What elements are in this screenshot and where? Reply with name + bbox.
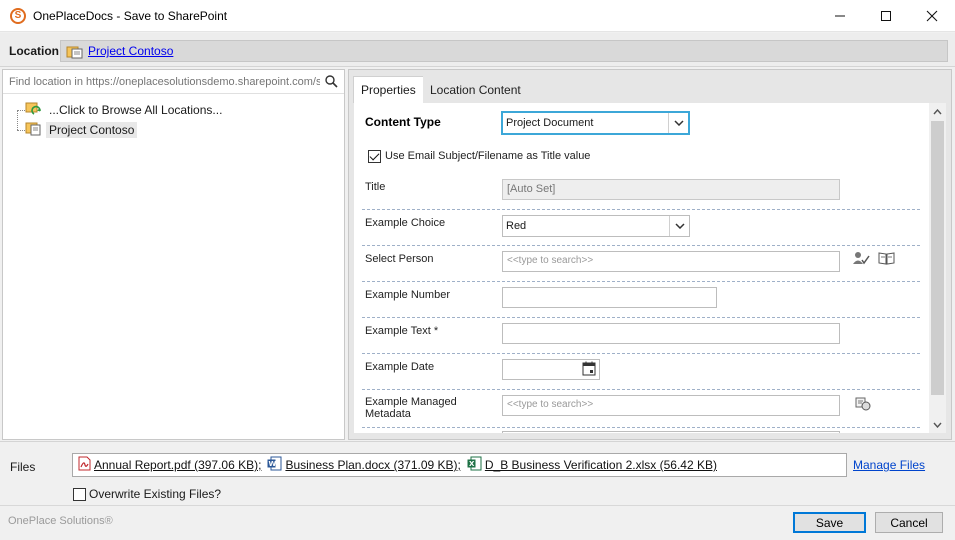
properties-form: Content Type Project Document Use Email … — [354, 103, 946, 433]
minimize-icon — [835, 15, 845, 17]
svg-text:W: W — [269, 460, 277, 468]
files-list: Annual Report.pdf (397.06 KB); W Busines… — [72, 453, 847, 477]
file-entry-pdf[interactable]: Annual Report.pdf (397.06 KB); — [78, 456, 261, 474]
files-label: Files — [10, 460, 36, 474]
address-book-icon[interactable] — [878, 251, 895, 268]
content-type-value: Project Document — [506, 117, 594, 129]
next-field-partial — [502, 431, 840, 433]
row-separator — [362, 245, 920, 246]
properties-panel: Properties Location Content Content Type… — [348, 69, 952, 440]
tab-location-content[interactable]: Location Content — [423, 76, 528, 103]
use-email-subject-label: Use Email Subject/Filename as Title valu… — [385, 150, 591, 162]
select-person-input[interactable]: <<type to search>> — [502, 251, 840, 272]
example-choice-select[interactable]: Red — [502, 215, 690, 237]
scrollbar-thumb[interactable] — [931, 121, 944, 395]
row-separator — [362, 209, 920, 210]
tab-properties[interactable]: Properties — [353, 76, 424, 103]
excel-icon: X — [467, 456, 482, 474]
maximize-button[interactable] — [863, 0, 909, 32]
browse-locations-icon — [25, 101, 42, 119]
site-folder-icon — [66, 44, 84, 62]
row-separator — [362, 389, 920, 390]
maximize-icon — [881, 11, 891, 21]
row-separator — [362, 317, 920, 318]
tree-connector — [17, 110, 18, 130]
select-person-label: Select Person — [365, 253, 434, 265]
location-link[interactable]: Project Contoso — [88, 44, 173, 58]
content-type-label: Content Type — [365, 115, 441, 129]
location-tree-panel: ...Click to Browse All Locations... Proj… — [2, 69, 345, 440]
file-name: D_B Business Verification 2.xlsx (56.42 … — [484, 458, 717, 472]
check-names-icon[interactable] — [853, 251, 870, 269]
title-label: Title — [365, 181, 386, 193]
row-separator — [362, 281, 920, 282]
svg-text:X: X — [469, 460, 475, 468]
brand-label: OnePlace Solutions® — [8, 515, 113, 527]
example-metadata-label-line2: Metadata — [365, 408, 411, 420]
chevron-down-icon — [669, 216, 689, 236]
manage-files-link[interactable]: Manage Files — [853, 458, 925, 472]
site-folder-icon — [25, 121, 42, 139]
scroll-down-icon[interactable] — [929, 416, 946, 433]
example-text-label: Example Text * — [365, 325, 439, 337]
location-label: Location — [9, 44, 59, 58]
close-icon — [926, 10, 938, 22]
example-choice-label: Example Choice — [365, 217, 446, 229]
location-bar: Location Project Contoso — [0, 33, 955, 67]
location-field[interactable]: Project Contoso — [60, 40, 948, 62]
minimize-button[interactable] — [817, 0, 863, 32]
tree-item-label: ...Click to Browse All Locations... — [49, 103, 223, 117]
form-scrollbar[interactable] — [929, 103, 946, 433]
oneplace-logo-icon: S — [10, 8, 26, 24]
row-separator — [362, 427, 920, 428]
file-entry-xlsx[interactable]: X D_B Business Verification 2.xlsx (56.4… — [467, 456, 717, 474]
chevron-down-icon — [668, 113, 688, 133]
file-name: Business Plan.docx (371.09 KB); — [285, 458, 461, 472]
close-button[interactable] — [909, 0, 955, 32]
example-number-input[interactable] — [502, 287, 717, 308]
example-metadata-input[interactable]: <<type to search>> — [502, 395, 840, 416]
title-bar: S OnePlaceDocs - Save to SharePoint — [0, 0, 955, 32]
footer: OnePlace Solutions® Save Cancel — [0, 505, 955, 540]
tree-item-project-contoso[interactable]: Project Contoso — [25, 121, 138, 139]
word-icon: W — [267, 456, 282, 474]
window-title: OnePlaceDocs - Save to SharePoint — [33, 9, 228, 23]
cancel-button[interactable]: Cancel — [875, 512, 943, 533]
tree-item-label: Project Contoso — [46, 122, 138, 138]
file-entry-docx[interactable]: W Business Plan.docx (371.09 KB); — [267, 456, 461, 474]
example-text-input[interactable] — [502, 323, 840, 344]
example-metadata-label: Example Managed — [365, 396, 457, 408]
row-separator — [362, 353, 920, 354]
tree-item-browse-all[interactable]: ...Click to Browse All Locations... — [25, 101, 225, 119]
term-picker-icon[interactable] — [853, 395, 871, 414]
use-email-subject-checkbox[interactable] — [368, 150, 381, 163]
calendar-icon[interactable] — [582, 361, 596, 379]
find-location-input[interactable] — [3, 70, 344, 94]
example-date-label: Example Date — [365, 361, 435, 373]
example-choice-value: Red — [506, 220, 527, 232]
file-name: Annual Report.pdf (397.06 KB); — [94, 458, 262, 472]
pdf-icon — [78, 456, 91, 474]
save-button[interactable]: Save — [793, 512, 866, 533]
search-icon[interactable] — [325, 75, 338, 91]
files-bar: Files Annual Report.pdf (397.06 KB); W B… — [0, 441, 955, 505]
example-number-label: Example Number — [365, 289, 450, 301]
title-field: [Auto Set] — [502, 179, 840, 200]
overwrite-existing-label: Overwrite Existing Files? — [89, 487, 222, 501]
tree-connector — [17, 130, 25, 131]
overwrite-existing-checkbox[interactable] — [73, 488, 86, 501]
content-type-select[interactable]: Project Document — [501, 111, 690, 135]
tree-connector — [17, 110, 25, 111]
scroll-up-icon[interactable] — [929, 103, 946, 120]
